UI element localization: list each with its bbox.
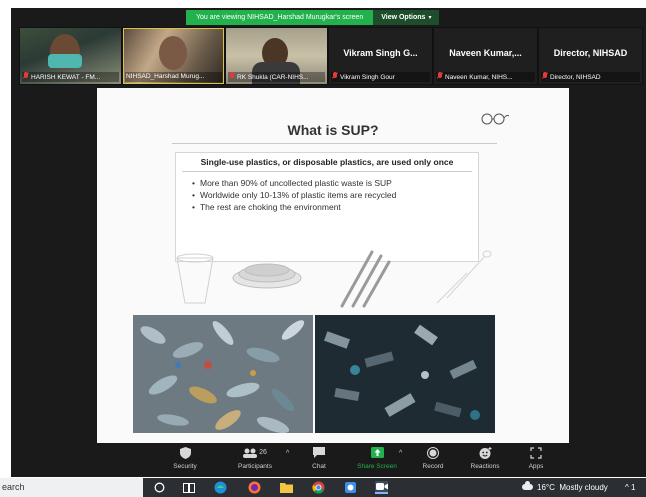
participants-button[interactable]: 26 Participants (223, 445, 287, 475)
share-screen-button[interactable]: Share Screen (349, 445, 405, 475)
share-screen-icon (349, 445, 405, 460)
reactions-label: Reactions (470, 463, 500, 470)
plastic-bottles-photo (133, 315, 313, 433)
cloud-icon (522, 481, 533, 490)
shared-slide: What is SUP? Single-use plastics, or dis… (97, 88, 569, 443)
weather-widget[interactable]: 16°C Mostly cloudy (522, 478, 608, 497)
windows-taskbar: earch 16°C Mostly cloudy ^ 1 (0, 478, 646, 497)
weather-temperature: 16°C (537, 483, 555, 492)
pollution-photos (133, 315, 495, 433)
participant-label: HARISH KEWAT - FM... (22, 72, 119, 82)
firefox-icon[interactable] (248, 481, 261, 494)
mic-muted-icon (332, 72, 338, 80)
participant-video (159, 36, 187, 70)
zoom-meeting-window: You are viewing NIHSAD_Harshad Murugkar'… (11, 8, 646, 477)
security-button[interactable]: Security (157, 445, 213, 475)
participant-label: Naveen Kumar, NIHS... (436, 72, 535, 82)
reactions-icon (457, 445, 513, 460)
participant-display-name: Director, NIHSAD (553, 48, 628, 58)
participant-label: RK Shukla (CAR-NIHS... (228, 72, 325, 82)
definition-divider (182, 171, 472, 172)
cortana-icon[interactable] (153, 481, 166, 494)
definition-box: Single-use plastics, or disposable plast… (175, 152, 479, 262)
mic-muted-icon (542, 72, 548, 80)
utensils-sketch (436, 250, 492, 304)
zoom-app-icon[interactable] (375, 481, 388, 494)
share-screen-label: Share Screen (357, 463, 397, 470)
taskbar-search-box[interactable]: earch (0, 478, 143, 497)
participant-tile[interactable]: Naveen Kumar,... Naveen Kumar, NIHS... (433, 27, 538, 85)
participants-count: 26 (259, 449, 267, 456)
share-options-caret-icon[interactable]: ^ (399, 450, 402, 457)
participants-label: Participants (238, 463, 272, 470)
cup-sketch (176, 253, 214, 304)
shield-icon (157, 445, 213, 460)
participant-tile[interactable]: Vikram Singh G... Vikram Singh Gour (328, 27, 433, 85)
chat-button[interactable]: Chat (291, 445, 347, 475)
participant-tile[interactable]: RK Shukla (CAR-NIHS... (225, 27, 328, 85)
meeting-toolbar: Security 26 Participants ^ Chat Share Sc… (11, 443, 646, 477)
edge-browser-icon[interactable] (214, 481, 227, 494)
task-view-icon[interactable] (182, 481, 195, 494)
tray-overflow-caret-icon[interactable]: ^ (625, 483, 629, 492)
view-options-label: View Options (381, 14, 426, 21)
screen-share-banner: You are viewing NIHSAD_Harshad Murugkar'… (186, 10, 440, 25)
viewing-screen-message: You are viewing NIHSAD_Harshad Murugkar'… (186, 10, 374, 25)
mic-muted-icon (23, 72, 29, 80)
straws-sketch (340, 250, 391, 308)
bullet-list: More than 90% of uncollected plastic was… (192, 177, 396, 213)
mic-muted-icon (437, 72, 443, 80)
weather-description: Mostly cloudy (559, 483, 608, 492)
glasses-logo-icon (481, 113, 509, 125)
plates-sketch (232, 263, 302, 289)
plastic-items-sketch (176, 250, 492, 308)
record-icon (405, 445, 461, 460)
photos-app-icon[interactable] (344, 481, 357, 494)
apps-label: Apps (528, 463, 544, 470)
chrome-icon[interactable] (312, 481, 325, 494)
apps-button[interactable]: Apps (508, 445, 564, 475)
apps-icon (508, 445, 564, 460)
participant-display-name: Vikram Singh G... (343, 48, 418, 58)
chevron-down-icon: ▾ (428, 15, 432, 21)
ocean-plastic-photo (315, 315, 495, 433)
participant-display-name: Naveen Kumar,... (449, 48, 522, 58)
record-label: Record (422, 463, 444, 470)
participant-label: Director, NIHSAD (541, 72, 640, 82)
record-button[interactable]: Record (405, 445, 461, 475)
participant-tile[interactable]: HARISH KEWAT - FM... (19, 27, 122, 85)
chat-label: Chat (312, 463, 326, 470)
mic-muted-icon (229, 72, 235, 80)
system-tray[interactable]: ^ 1 (625, 478, 635, 497)
bullet-item: Worldwide only 10-13% of plastic items a… (192, 189, 396, 201)
definition-heading: Single-use plastics, or disposable plast… (200, 157, 454, 167)
tray-indicator: 1 (631, 483, 636, 492)
title-divider (172, 143, 497, 144)
face-mask (48, 54, 82, 68)
reactions-button[interactable]: Reactions (457, 445, 513, 475)
participant-tile[interactable]: Director, NIHSAD Director, NIHSAD (538, 27, 643, 85)
participants-icon: 26 (223, 445, 287, 460)
participant-label: Vikram Singh Gour (331, 72, 430, 82)
participant-tile-active-speaker[interactable]: NIHSAD_Harshad Murug... (122, 27, 225, 85)
participants-options-caret-icon[interactable]: ^ (286, 450, 289, 457)
bullet-item: The rest are choking the environment (192, 201, 396, 213)
security-label: Security (173, 463, 197, 470)
bullet-item: More than 90% of uncollected plastic was… (192, 177, 396, 189)
view-options-button[interactable]: View Options ▾ (373, 10, 440, 25)
file-explorer-icon[interactable] (280, 481, 293, 494)
chat-icon (291, 445, 347, 460)
participant-label: NIHSAD_Harshad Murug... (125, 72, 222, 82)
participant-strip: HARISH KEWAT - FM... NIHSAD_Harshad Muru… (19, 27, 646, 85)
